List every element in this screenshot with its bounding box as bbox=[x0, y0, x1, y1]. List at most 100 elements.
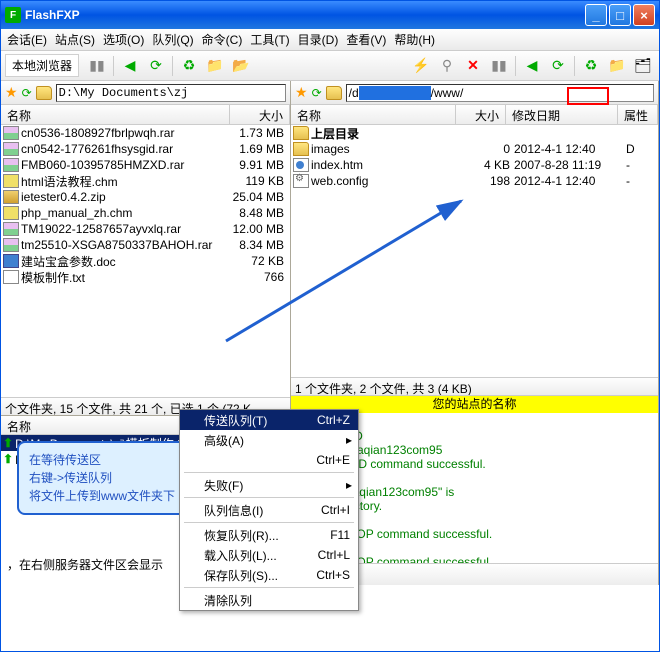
menu-item-label: 队列信息(I) bbox=[204, 502, 263, 519]
nav-back-icon[interactable]: ◀ bbox=[118, 54, 142, 78]
rcol-attr[interactable]: 属性 bbox=[618, 105, 658, 124]
refresh-icon[interactable]: ⟳ bbox=[144, 54, 168, 78]
menu-item-shortcut: Ctrl+E bbox=[316, 453, 350, 467]
context-menu-item[interactable]: 队列信息(I)Ctrl+I bbox=[180, 500, 358, 520]
file-name: 模板制作.txt bbox=[21, 269, 228, 286]
remote-status: 1 个文件夹, 2 个文件, 共 3 (4 KB) bbox=[291, 377, 658, 395]
menu-tools[interactable]: 工具(T) bbox=[250, 31, 289, 48]
folder2-icon[interactable] bbox=[326, 86, 342, 100]
rcol-name[interactable]: 名称 bbox=[291, 105, 456, 124]
menubar: 会话(E) 站点(S) 选项(O) 队列(Q) 命令(C) 工具(T) 目录(D… bbox=[1, 29, 659, 51]
minimize-button[interactable]: _ bbox=[585, 4, 607, 26]
file-row[interactable]: 建站宝盒参数.doc72 KB bbox=[1, 253, 290, 269]
file-size: 198 bbox=[454, 174, 514, 188]
nav-back2-icon[interactable]: ◀ bbox=[520, 54, 544, 78]
col-name[interactable]: 名称 bbox=[1, 105, 230, 124]
rcol-size[interactable]: 大小 bbox=[456, 105, 506, 124]
menu-item-shortcut: Ctrl+Z bbox=[317, 413, 350, 427]
remote-pathbar: ★ ⟳ /d/www/ bbox=[291, 81, 658, 105]
file-row[interactable]: html语法教程.chm119 KB bbox=[1, 173, 290, 189]
explorer-icon[interactable]: 📂 bbox=[229, 54, 253, 78]
file-row[interactable]: images0 2012-4-1 12:40D bbox=[291, 141, 658, 157]
file-size: 25.04 MB bbox=[228, 190, 288, 204]
pause-icon[interactable]: ▮▮ bbox=[85, 54, 109, 78]
context-menu-item[interactable]: 保存队列(S)...Ctrl+S bbox=[180, 565, 358, 585]
local-browser-label[interactable]: 本地浏览器 bbox=[5, 54, 79, 77]
file-icon bbox=[3, 142, 19, 156]
refresh3-icon[interactable]: ⟳ bbox=[22, 86, 32, 100]
file-attr: - bbox=[626, 158, 656, 172]
menu-item-label: 失败(F) bbox=[204, 477, 243, 494]
menu-help[interactable]: 帮助(H) bbox=[394, 31, 435, 48]
remote-file-list[interactable]: 上层目录images0 2012-4-1 12:40Dindex.htm4 KB… bbox=[291, 125, 658, 377]
file-icon bbox=[293, 142, 309, 156]
file-icon bbox=[3, 254, 19, 268]
favorite2-icon[interactable]: ★ bbox=[295, 84, 308, 101]
menu-view[interactable]: 查看(V) bbox=[346, 31, 386, 48]
menu-session[interactable]: 会话(E) bbox=[7, 31, 47, 48]
col-size[interactable]: 大小 bbox=[230, 105, 290, 124]
file-name: php_manual_zh.chm bbox=[21, 206, 228, 220]
menu-sites[interactable]: 站点(S) bbox=[55, 31, 95, 48]
context-menu-item[interactable]: 载入队列(L)...Ctrl+L bbox=[180, 545, 358, 565]
menu-directory[interactable]: 目录(D) bbox=[298, 31, 339, 48]
favorite-icon[interactable]: ★ bbox=[5, 84, 18, 101]
file-row[interactable]: cn0536-1808927fbrlpwqh.rar1.73 MB bbox=[1, 125, 290, 141]
local-pathbar: ★ ⟳ D:\My Documents\zj bbox=[1, 81, 290, 105]
lightning-icon[interactable]: ⚡ bbox=[409, 54, 433, 78]
folder-up-icon[interactable]: 📁 bbox=[203, 54, 227, 78]
app-icon: F bbox=[5, 7, 21, 23]
folder2-icon[interactable]: 📁 bbox=[605, 54, 629, 78]
filter-icon[interactable]: 🗂 bbox=[631, 54, 655, 78]
context-menu-item[interactable]: 高级(A)▸ bbox=[180, 430, 358, 450]
file-attr: - bbox=[626, 174, 656, 188]
up-label: 上层目录 bbox=[311, 125, 656, 142]
file-row[interactable]: index.htm4 KB 2007-8-28 11:19- bbox=[291, 157, 658, 173]
rcol-date[interactable]: 修改日期 bbox=[506, 105, 618, 124]
file-row[interactable]: cn0542-1776261fhsysgid.rar1.69 MB bbox=[1, 141, 290, 157]
file-icon bbox=[3, 126, 19, 140]
file-attr: D bbox=[626, 142, 656, 156]
file-name: cn0542-1776261fhsysgid.rar bbox=[21, 142, 228, 156]
disconnect-icon[interactable]: ⚲ bbox=[435, 54, 459, 78]
context-menu-item[interactable]: 失败(F)▸ bbox=[180, 475, 358, 495]
context-menu-item[interactable]: 清除队列 bbox=[180, 590, 358, 610]
file-icon bbox=[293, 158, 309, 172]
refresh4-icon[interactable]: ⟳ bbox=[312, 86, 322, 100]
menu-queue[interactable]: 队列(Q) bbox=[152, 31, 193, 48]
parent-dir-row[interactable]: 上层目录 bbox=[291, 125, 658, 141]
file-name: images bbox=[311, 142, 454, 156]
sync-icon[interactable]: ♻ bbox=[177, 54, 201, 78]
sync2-icon[interactable]: ♻ bbox=[579, 54, 603, 78]
maximize-button[interactable]: □ bbox=[609, 4, 631, 26]
context-menu-item[interactable]: Ctrl+E bbox=[180, 450, 358, 470]
file-row[interactable]: ietester0.4.2.zip25.04 MB bbox=[1, 189, 290, 205]
pause2-icon[interactable]: ▮▮ bbox=[487, 54, 511, 78]
up-folder-icon bbox=[293, 126, 309, 140]
context-menu-item[interactable]: 传送队列(T)Ctrl+Z bbox=[180, 410, 358, 430]
file-row[interactable]: tm25510-XSGA8750337BAHOH.rar8.34 MB bbox=[1, 237, 290, 253]
file-row[interactable]: 模板制作.txt766 bbox=[1, 269, 290, 285]
file-row[interactable]: web.config198 2012-4-1 12:40- bbox=[291, 173, 658, 189]
remote-path-input[interactable]: /d/www/ bbox=[346, 84, 654, 102]
file-row[interactable]: php_manual_zh.chm8.48 MB bbox=[1, 205, 290, 221]
menu-item-label: 清除队列 bbox=[204, 592, 252, 609]
bottom-caption: ，在右侧服务器文件区会显示 bbox=[5, 554, 175, 575]
local-file-list[interactable]: cn0536-1808927fbrlpwqh.rar1.73 MBcn0542-… bbox=[1, 125, 290, 397]
cancel-icon[interactable]: ✕ bbox=[461, 54, 485, 78]
folder-icon[interactable] bbox=[36, 86, 52, 100]
refresh2-icon[interactable]: ⟳ bbox=[546, 54, 570, 78]
local-path-input[interactable]: D:\My Documents\zj bbox=[56, 84, 286, 102]
file-icon bbox=[3, 270, 19, 284]
file-name: web.config bbox=[311, 174, 454, 188]
file-date: 2007-8-28 11:19 bbox=[514, 158, 626, 172]
file-size: 4 KB bbox=[454, 158, 514, 172]
file-row[interactable]: TM19022-12587657ayvxlq.rar12.00 MB bbox=[1, 221, 290, 237]
file-date: 2012-4-1 12:40 bbox=[514, 174, 626, 188]
file-row[interactable]: FMB060-10395785HMZXD.rar9.91 MB bbox=[1, 157, 290, 173]
menu-commands[interactable]: 命令(C) bbox=[202, 31, 243, 48]
close-button[interactable]: × bbox=[633, 4, 655, 26]
menu-options[interactable]: 选项(O) bbox=[103, 31, 144, 48]
file-icon bbox=[3, 222, 19, 236]
context-menu-item[interactable]: 恢复队列(R)...F11 bbox=[180, 525, 358, 545]
